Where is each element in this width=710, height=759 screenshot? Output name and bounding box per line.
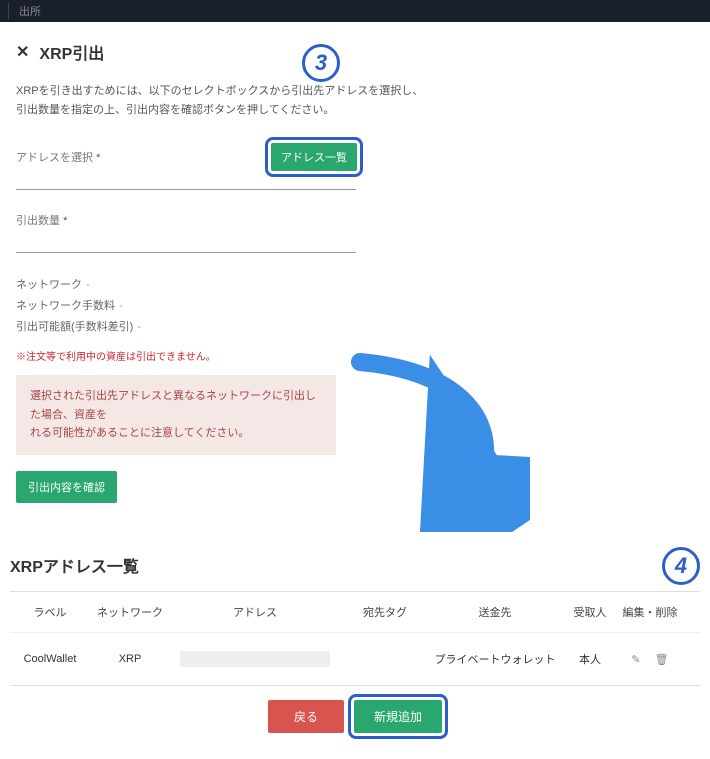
col-address: アドレス [170, 604, 340, 620]
close-icon[interactable]: ✕ [16, 42, 29, 62]
cell-address [170, 651, 340, 667]
add-new-button[interactable]: 新規追加 [354, 700, 442, 733]
note-red: ※注文等で利用中の資産は引出できません。 [16, 348, 694, 363]
address-list-panel: 4 XRPアドレス一覧 ラベル ネットワーク アドレス 宛先タグ 送金先 受取人… [0, 553, 710, 759]
step-badge-4: 4 [662, 547, 700, 585]
quantity-input[interactable] [16, 230, 356, 253]
cell-dest: プライベートウォレット [430, 651, 560, 667]
col-edit-del: 編集・削除 [620, 604, 680, 620]
col-network: ネットワーク [90, 604, 170, 620]
info-list: ネットワーク- ネットワーク手数料- 引出可能額(手数料差引)- [16, 275, 694, 338]
info-available-label: 引出可能額(手数料差引) [16, 321, 133, 333]
col-label: ラベル [10, 604, 90, 620]
address-table: ラベル ネットワーク アドレス 宛先タグ 送金先 受取人 編集・削除 CoolW… [10, 591, 700, 686]
cell-label: CoolWallet [10, 653, 90, 665]
top-bar: 出所 [0, 0, 710, 22]
back-button[interactable]: 戻る [268, 700, 344, 733]
address-list-button[interactable]: アドレス一覧 [271, 143, 357, 171]
info-fee-label: ネットワーク手数料 [16, 300, 115, 312]
col-dest: 送金先 [430, 604, 560, 620]
masked-address [180, 651, 330, 667]
info-network-label: ネットワーク [16, 279, 82, 291]
edit-icon[interactable]: ✎ [631, 653, 640, 666]
table-row: CoolWallet XRP プライベートウォレット 本人 ✎ 🗑 [10, 633, 700, 685]
withdraw-panel: 3 ✕ XRP引出 XRPを引き出すためには、以下のセレクトボックスから引出先ア… [0, 22, 710, 553]
address-field: アドレスを選択 * アドレス一覧 [16, 149, 356, 190]
quantity-label: 引出数量 * [16, 212, 356, 228]
arrow-annotation [330, 352, 530, 532]
step-badge-3: 3 [302, 44, 340, 82]
col-tag: 宛先タグ [340, 604, 430, 620]
top-tab[interactable]: 出所 [8, 3, 51, 19]
quantity-field: 引出数量 * [16, 212, 356, 253]
col-recipient: 受取人 [560, 604, 620, 620]
table-header: ラベル ネットワーク アドレス 宛先タグ 送金先 受取人 編集・削除 [10, 592, 700, 633]
description: XRPを引き出すためには、以下のセレクトボックスから引出先アドレスを選択し、 引… [16, 82, 694, 119]
delete-icon[interactable]: 🗑 [655, 653, 669, 666]
warning-box: 選択された引出先アドレスと異なるネットワークに引出した場合、資産を れる可能性が… [16, 375, 336, 455]
confirm-button[interactable]: 引出内容を確認 [16, 471, 117, 503]
page-title: XRP引出 [39, 40, 104, 64]
cell-recipient: 本人 [560, 651, 620, 667]
cell-actions: ✎ 🗑 [620, 653, 680, 666]
bottom-buttons: 戻る 新規追加 [10, 700, 700, 749]
cell-network: XRP [90, 653, 170, 665]
address-list-title: XRPアドレス一覧 [10, 553, 700, 577]
